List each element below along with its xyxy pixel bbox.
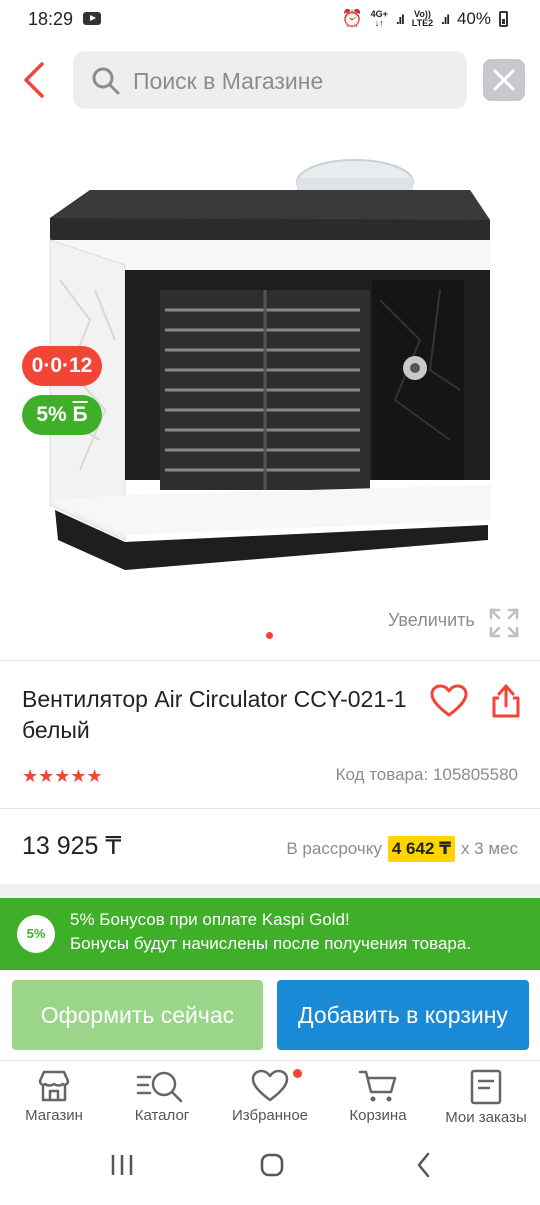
- signal-icon-2: .ıl: [441, 11, 450, 27]
- bonus-banner[interactable]: 5% 5% Бонусов при оплате Kaspi Gold! Бон…: [0, 898, 540, 970]
- installment-info[interactable]: В рассрочку 4 642 ₸ х 3 мес: [286, 836, 518, 862]
- rating-stars[interactable]: ★★★★★: [22, 766, 103, 787]
- product-title: Вентилятор Air Circulator CCY-021-1 белы…: [22, 686, 407, 743]
- battery-percent: 40%: [456, 9, 491, 28]
- nav-item-catalog[interactable]: Каталог: [108, 1069, 216, 1124]
- section-separator: [0, 884, 540, 898]
- catalog-search-icon: [136, 1071, 183, 1103]
- nav-label: Избранное: [231, 1107, 309, 1124]
- nav-item-orders[interactable]: Мои заказы: [432, 1069, 540, 1126]
- nav-label: Каталог: [134, 1107, 190, 1124]
- installment-badge: 0·0·12: [22, 346, 102, 386]
- orders-list-icon: [470, 1069, 502, 1105]
- bottom-nav: Магазин Каталог Избранное Корзина Мои за…: [0, 1060, 540, 1141]
- volte-indicator: Vo)) LTE2: [411, 9, 434, 28]
- back-button[interactable]: [16, 58, 56, 102]
- nav-label: Корзина: [349, 1107, 407, 1124]
- nav-item-favorites[interactable]: Избранное: [216, 1069, 324, 1124]
- divider: [0, 808, 540, 809]
- installment-amount: 4 642 ₸: [387, 836, 455, 862]
- close-button[interactable]: [483, 59, 525, 101]
- bonus-badge: 5% Б: [22, 395, 102, 435]
- search-input[interactable]: [131, 63, 455, 99]
- heart-outline-icon: [251, 1069, 289, 1102]
- system-nav-bar: [0, 1140, 540, 1200]
- share-icon: [492, 684, 520, 718]
- recents-icon[interactable]: [111, 1155, 133, 1175]
- chevron-left-icon: [24, 62, 44, 98]
- close-icon: [493, 69, 515, 91]
- network-indicator: 4G+ ↓↑: [370, 9, 388, 28]
- nav-item-shop[interactable]: Магазин: [0, 1069, 108, 1124]
- installment-suffix: х 3 мес: [460, 839, 518, 858]
- battery-icon: [499, 11, 508, 27]
- cart-icon: [358, 1070, 397, 1102]
- search-bar[interactable]: [73, 51, 467, 109]
- status-time: 18:29: [28, 9, 74, 29]
- youtube-icon: [83, 12, 101, 25]
- search-icon: [92, 67, 120, 95]
- alarm-icon: ⏰: [341, 9, 363, 28]
- notification-dot: [293, 1069, 302, 1078]
- bonus-line-1: 5% Бонусов при оплате Kaspi Gold!: [70, 910, 350, 929]
- nav-label: Мои заказы: [445, 1109, 527, 1126]
- status-bar: 18:29 ⏰ 4G+ ↓↑ .ıl Vo)) LTE2 .ıl 40%: [0, 0, 540, 40]
- bonus-line-2: Бонусы будут начислены после получения т…: [70, 934, 472, 953]
- product-price: 13 925 ₸: [22, 832, 122, 860]
- divider: [0, 660, 540, 661]
- share-button[interactable]: [490, 682, 522, 725]
- status-icons: ⏰ 4G+ ↓↑ .ıl Vo)) LTE2 .ıl 40%: [341, 9, 508, 29]
- favorite-button[interactable]: [430, 684, 468, 723]
- home-icon[interactable]: [260, 1153, 284, 1177]
- nav-label: Магазин: [25, 1107, 83, 1124]
- zoom-label[interactable]: Увеличить: [388, 610, 475, 631]
- nav-item-cart[interactable]: Корзина: [324, 1069, 432, 1124]
- back-nav-icon[interactable]: [417, 1152, 430, 1178]
- bonus-percent-badge: 5%: [17, 915, 55, 953]
- add-to-cart-button[interactable]: Добавить в корзину: [277, 980, 529, 1050]
- signal-icon: .ıl: [395, 11, 405, 27]
- product-code: Код товара: 105805580: [335, 765, 518, 784]
- image-pagination-dot[interactable]: [266, 632, 273, 639]
- buy-now-button[interactable]: Оформить сейчас: [12, 980, 263, 1050]
- expand-icon[interactable]: [488, 607, 520, 644]
- installment-prefix: В рассрочку: [286, 839, 382, 858]
- store-icon: [38, 1070, 70, 1102]
- heart-icon: [430, 684, 468, 717]
